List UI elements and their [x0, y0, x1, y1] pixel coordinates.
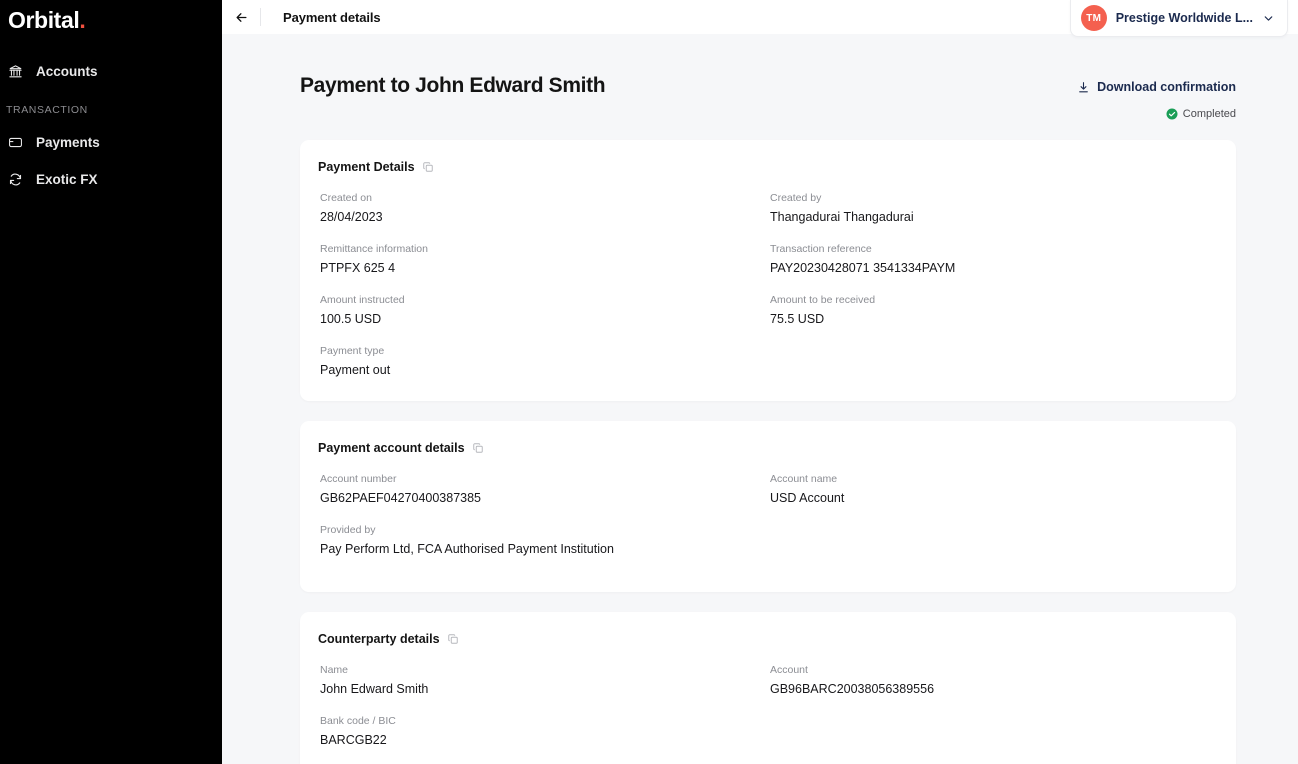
field-label: Amount to be received: [770, 293, 876, 306]
arrow-left-icon: [234, 10, 249, 25]
status-badge: Completed: [1077, 108, 1236, 120]
copy-icon[interactable]: [472, 442, 484, 454]
card-header: Counterparty details: [318, 632, 1218, 646]
field-label: Account number: [320, 472, 397, 485]
sidebar-item-accounts[interactable]: Accounts: [0, 55, 222, 87]
sidebar-item-exotic-fx[interactable]: Exotic FX: [0, 163, 222, 195]
card-header: Payment Details: [318, 160, 1218, 174]
download-confirmation-label: Download confirmation: [1097, 80, 1236, 94]
field-provided-by: Provided by Pay Perform Ltd, FCA Authori…: [318, 524, 1218, 556]
field-value: 75.5 USD: [770, 311, 825, 326]
payment-account-details-card: Payment account details Account number G…: [300, 420, 1236, 592]
topbar-divider: [260, 8, 261, 26]
field-created-on: Created on 28/04/2023: [318, 192, 768, 224]
field-label: Account: [770, 663, 808, 676]
card-title: Payment account details: [318, 440, 465, 455]
sidebar-item-label: Exotic FX: [36, 171, 98, 187]
field-remittance-information: Remittance information PTPFX 625 4: [318, 243, 768, 275]
topbar: Payment details TM Prestige Worldwide L.…: [222, 0, 1298, 37]
field-value: GB62PAEF04270400387385: [320, 490, 482, 505]
avatar: TM: [1080, 5, 1107, 31]
sidebar-section-transaction: TRANSACTION: [6, 104, 88, 116]
field-grid: Created on 28/04/2023 Created by Thangad…: [318, 192, 1218, 377]
account-name: Prestige Worldwide L...: [1115, 11, 1253, 25]
app-root: Orbital. Accounts TRANSACTION Payments E…: [0, 0, 1298, 764]
swap-icon: [6, 172, 24, 187]
field-value: Thangadurai Thangadurai: [770, 209, 914, 224]
field-value: John Edward Smith: [320, 681, 429, 696]
main-content: Payment details TM Prestige Worldwide L.…: [222, 0, 1298, 764]
counterparty-details-card: Counterparty details Name John Edward Sm…: [300, 611, 1236, 764]
field-label: Name: [320, 663, 349, 676]
payment-details-card: Payment Details Created on 28/04/2023 Cr…: [300, 139, 1236, 401]
page-header-actions: Download confirmation Completed: [1077, 74, 1236, 120]
field-label: Transaction reference: [770, 242, 872, 255]
app-logo[interactable]: Orbital.: [0, 3, 222, 37]
field-label: Remittance information: [320, 242, 428, 255]
check-circle-icon: [1166, 108, 1178, 120]
page-breadcrumb-title: Payment details: [283, 9, 381, 25]
field-value: PTPFX 625 4: [320, 260, 396, 275]
page-body: Payment to John Edward Smith Download co…: [222, 34, 1298, 764]
field-value: GB96BARC20038056389556: [770, 681, 935, 696]
card-title: Counterparty details: [318, 631, 440, 646]
sidebar: Orbital. Accounts TRANSACTION Payments E…: [0, 0, 222, 764]
field-value: PAY20230428071 3541334PAYM: [770, 260, 956, 275]
field-grid: Account number GB62PAEF04270400387385 Ac…: [318, 473, 1218, 556]
copy-icon[interactable]: [422, 161, 434, 173]
card-title: Payment Details: [318, 159, 415, 174]
field-value: USD Account: [770, 490, 845, 505]
field-amount-to-be-received: Amount to be received 75.5 USD: [768, 294, 1218, 326]
sidebar-item-label: Payments: [36, 134, 100, 150]
field-account-name: Account name USD Account: [768, 473, 1218, 505]
field-account-number: Account number GB62PAEF04270400387385: [318, 473, 768, 505]
field-created-by: Created by Thangadurai Thangadurai: [768, 192, 1218, 224]
wallet-icon: [6, 135, 24, 150]
page-header: Payment to John Edward Smith Download co…: [300, 34, 1236, 120]
field-value: Payment out: [320, 362, 391, 377]
field-label: Created by: [770, 191, 822, 204]
bank-icon: [6, 64, 24, 79]
download-confirmation-button[interactable]: Download confirmation: [1077, 80, 1236, 94]
page-title: Payment to John Edward Smith: [300, 74, 606, 97]
field-value: 100.5 USD: [320, 311, 382, 326]
field-name: Name John Edward Smith: [318, 664, 768, 696]
logo-text: Orbital: [8, 6, 80, 33]
field-grid: Name John Edward Smith Account GB96BARC2…: [318, 664, 1218, 747]
field-bank-code-bic: Bank code / BIC BARCGB22: [318, 715, 768, 747]
field-label: Account name: [770, 472, 838, 485]
sidebar-item-label: Accounts: [36, 63, 98, 79]
field-label: Bank code / BIC: [320, 714, 396, 727]
field-label: Payment type: [320, 344, 385, 357]
field-transaction-reference: Transaction reference PAY20230428071 354…: [768, 243, 1218, 275]
sidebar-item-payments[interactable]: Payments: [0, 126, 222, 158]
field-amount-instructed: Amount instructed 100.5 USD: [318, 294, 768, 326]
status-label: Completed: [1182, 107, 1236, 120]
account-switcher[interactable]: TM Prestige Worldwide L...: [1069, 0, 1288, 37]
field-value: Pay Perform Ltd, FCA Authorised Payment …: [320, 541, 614, 556]
back-button[interactable]: [222, 0, 260, 34]
logo-dot: .: [79, 6, 86, 33]
card-header: Payment account details: [318, 441, 1218, 455]
copy-icon[interactable]: [447, 633, 459, 645]
field-label: Created on: [320, 191, 372, 204]
chevron-down-icon: [1262, 12, 1275, 25]
download-icon: [1077, 81, 1090, 94]
field-value: BARCGB22: [320, 732, 387, 747]
field-account: Account GB96BARC20038056389556: [768, 664, 1218, 696]
field-value: 28/04/2023: [320, 209, 383, 224]
field-payment-type: Payment type Payment out: [318, 345, 768, 377]
field-label: Provided by: [320, 523, 376, 536]
field-label: Amount instructed: [320, 293, 405, 306]
